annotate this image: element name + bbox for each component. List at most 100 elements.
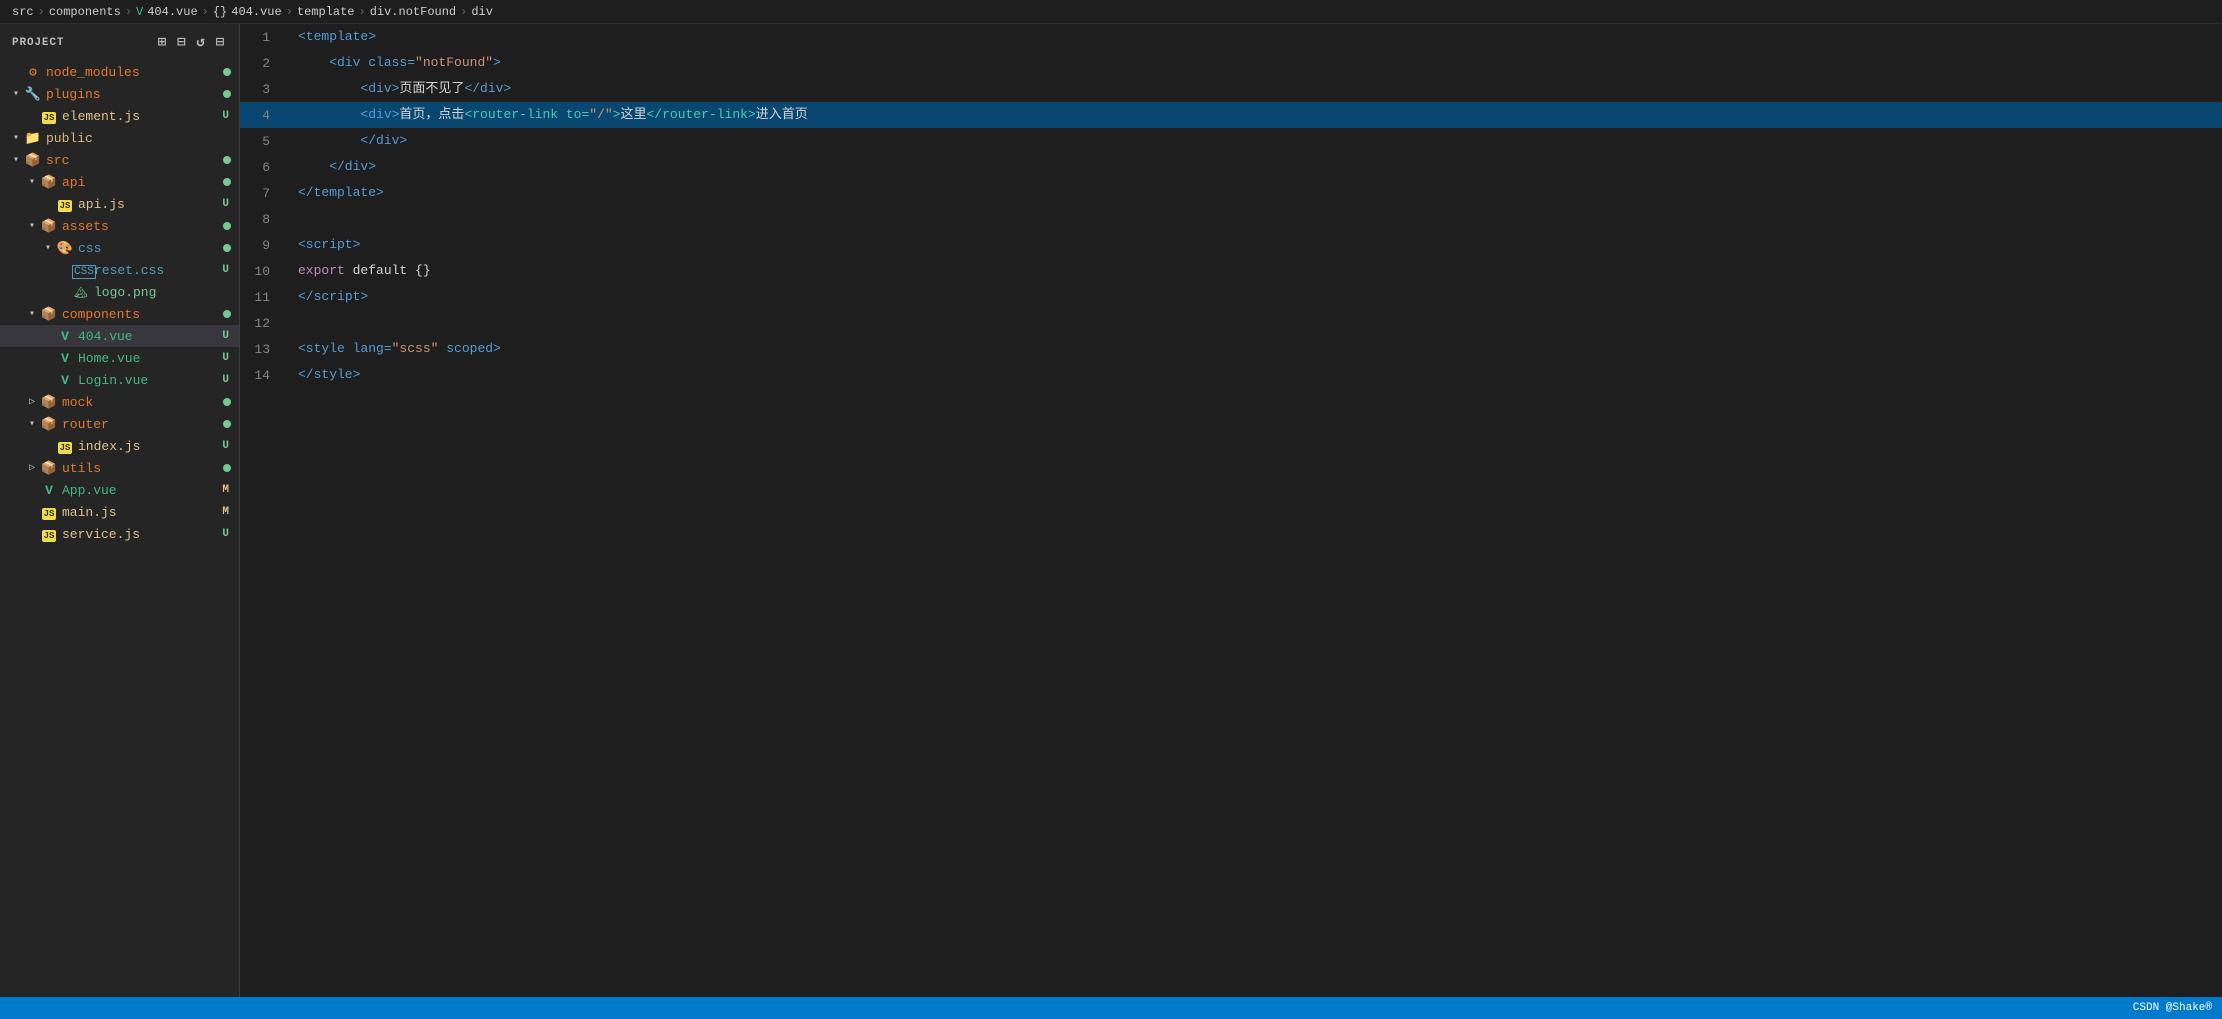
breadcrumb-item[interactable]: 404.vue (231, 5, 281, 19)
code-token: </template> (298, 185, 384, 200)
chevron-icon: ▾ (24, 308, 40, 320)
status-right: CSDN @Shake® (2133, 1002, 2212, 1014)
file-type-icon: ⚙ (24, 65, 42, 80)
file-name-label: assets (62, 219, 223, 234)
code-token: <router-link to= (464, 107, 589, 122)
file-type-icon: 📦 (40, 461, 58, 476)
file-name-label: App.vue (62, 483, 220, 498)
line-number: 1 (240, 24, 290, 50)
tree-item-css[interactable]: ▾🎨css (0, 237, 239, 259)
chevron-icon: ▾ (8, 88, 24, 100)
breadcrumb-item[interactable]: div (471, 5, 493, 19)
modified-dot (223, 420, 231, 428)
chevron-icon: ▾ (24, 220, 40, 232)
breadcrumb-item[interactable]: {} (213, 5, 227, 19)
tree-item-index-js[interactable]: JSindex.jsU (0, 435, 239, 457)
breadcrumb-item[interactable]: div.notFound (370, 5, 456, 19)
status-bar: CSDN @Shake® (0, 997, 2222, 1019)
code-token: "scss" (392, 341, 439, 356)
explorer-header: PROJECT ⊞ ⊟ ↺ ⊟ (0, 24, 239, 61)
file-tree: ⚙node_modules▾🔧pluginsJSelement.jsU▾📁pub… (0, 61, 239, 545)
collapse-icon[interactable]: ⊟ (214, 32, 227, 53)
file-name-label: Login.vue (78, 373, 220, 388)
file-type-icon: 📦 (40, 175, 58, 190)
code-token: </div> (464, 81, 511, 96)
code-token: 首页，点击 (399, 107, 464, 122)
new-folder-icon[interactable]: ⊟ (175, 32, 188, 53)
tree-item-logo-png[interactable]: 🏔logo.png (0, 281, 239, 303)
file-type-icon: 🎨 (56, 241, 74, 256)
tree-item-components[interactable]: ▾📦components (0, 303, 239, 325)
tree-item-main-js[interactable]: JSmain.jsM (0, 501, 239, 523)
tree-item-src[interactable]: ▾📦src (0, 149, 239, 171)
editor-content[interactable]: 1<template>2 <div class="notFound">3 <di… (240, 24, 2222, 997)
line-code: <div>首页，点击<router-link to="/">这里</router… (290, 102, 2222, 128)
line-code: <style lang="scss" scoped> (290, 336, 2222, 362)
file-name-label: index.js (78, 439, 220, 454)
git-badge: U (220, 264, 231, 276)
file-type-icon: V (56, 351, 74, 366)
file-name-label: element.js (62, 109, 220, 124)
breadcrumb-item[interactable]: template (297, 5, 355, 19)
tree-item-api[interactable]: ▾📦api (0, 171, 239, 193)
git-badge: U (220, 352, 231, 364)
code-token: default (345, 263, 415, 278)
file-name-label: 404.vue (78, 329, 220, 344)
modified-dot (223, 222, 231, 230)
code-token: > (493, 55, 501, 70)
file-name-label: node_modules (46, 65, 223, 80)
code-line: 4 <div>首页，点击<router-link to="/">这里</rout… (240, 102, 2222, 128)
file-type-icon: 🏔 (72, 285, 90, 300)
breadcrumb-item[interactable]: components (49, 5, 121, 19)
tree-item-element-js[interactable]: JSelement.jsU (0, 105, 239, 127)
line-code: </div> (290, 128, 2222, 154)
tree-item-App-vue[interactable]: VApp.vueM (0, 479, 239, 501)
breadcrumb-item[interactable]: 404.vue (147, 5, 197, 19)
line-code: <script> (290, 232, 2222, 258)
tree-item-mock[interactable]: ▷📦mock (0, 391, 239, 413)
file-type-icon: CSS (72, 263, 90, 278)
modified-dot (223, 90, 231, 98)
tree-item-service-js[interactable]: JSservice.jsU (0, 523, 239, 545)
code-token: 这里 (620, 107, 646, 122)
code-token: </style> (298, 367, 360, 382)
code-table: 1<template>2 <div class="notFound">3 <di… (240, 24, 2222, 388)
file-type-icon: 🔧 (24, 87, 42, 102)
file-name-label: reset.css (94, 263, 220, 278)
tree-item-node_modules[interactable]: ⚙ node_modules (0, 61, 239, 83)
breadcrumb: src › components › V 404.vue › {} 404.vu… (0, 0, 2222, 24)
git-badge: U (220, 330, 231, 342)
refresh-icon[interactable]: ↺ (194, 32, 207, 53)
tree-item-public[interactable]: ▾📁public (0, 127, 239, 149)
line-number: 5 (240, 128, 290, 154)
file-type-icon: JS (40, 505, 58, 520)
file-name-label: mock (62, 395, 223, 410)
code-token: 页面不见了 (399, 81, 464, 96)
tree-item-api-js[interactable]: JSapi.jsU (0, 193, 239, 215)
modified-dot (223, 68, 231, 76)
code-line: 8 (240, 206, 2222, 232)
code-token: </div> (298, 159, 376, 174)
tree-item-404-vue[interactable]: V404.vueU (0, 325, 239, 347)
tree-item-reset-css[interactable]: CSS reset.cssU (0, 259, 239, 281)
explorer-actions: ⊞ ⊟ ↺ ⊟ (156, 32, 227, 53)
code-line: 12 (240, 310, 2222, 336)
file-type-icon: JS (56, 197, 74, 212)
file-name-label: utils (62, 461, 223, 476)
file-type-icon: V (40, 483, 58, 498)
file-type-icon: 📦 (24, 153, 42, 168)
line-code: </template> (290, 180, 2222, 206)
explorer-title: PROJECT (12, 37, 64, 49)
tree-item-assets[interactable]: ▾📦assets (0, 215, 239, 237)
breadcrumb-item[interactable]: src (12, 5, 34, 19)
tree-item-router[interactable]: ▾📦router (0, 413, 239, 435)
new-file-icon[interactable]: ⊞ (156, 32, 169, 53)
git-badge: U (220, 440, 231, 452)
tree-item-plugins[interactable]: ▾🔧plugins (0, 83, 239, 105)
code-token: <script> (298, 237, 360, 252)
line-number: 14 (240, 362, 290, 388)
tree-item-Home-vue[interactable]: VHome.vueU (0, 347, 239, 369)
file-type-icon: 📦 (40, 395, 58, 410)
tree-item-Login-vue[interactable]: VLogin.vueU (0, 369, 239, 391)
tree-item-utils[interactable]: ▷📦utils (0, 457, 239, 479)
